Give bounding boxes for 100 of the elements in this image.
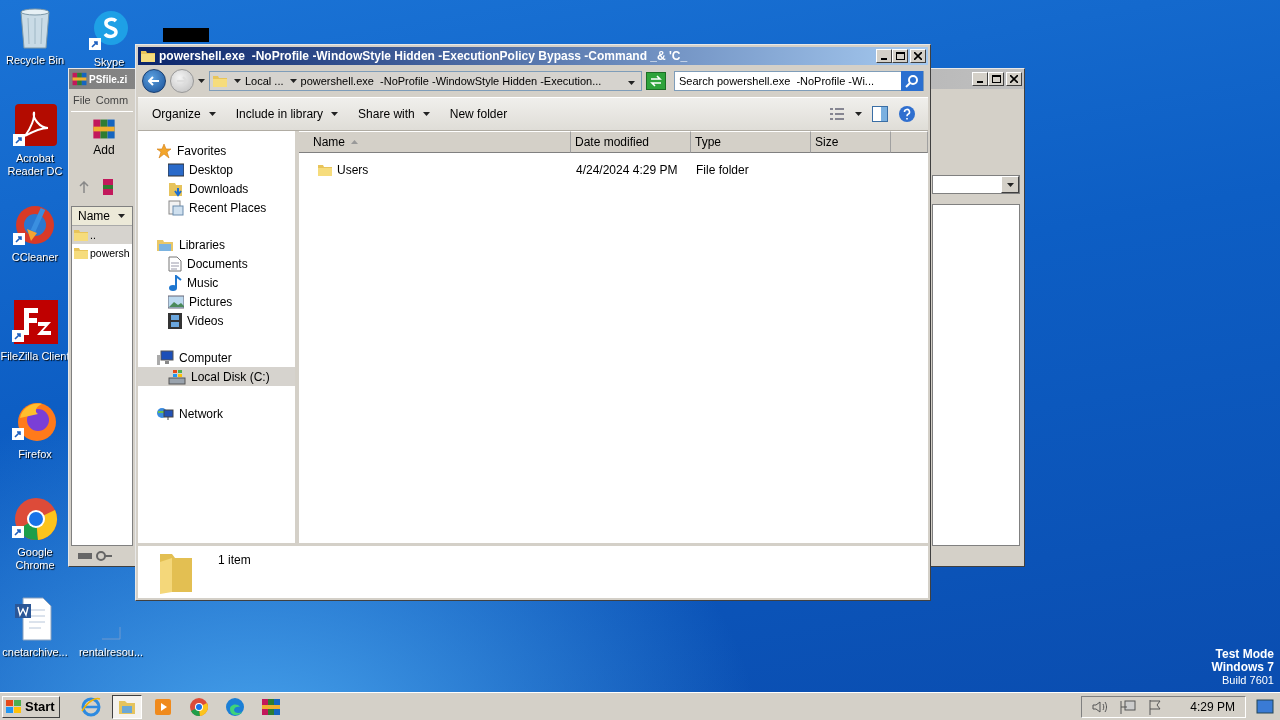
speaker-icon[interactable] <box>1092 699 1109 714</box>
recent-places-icon <box>168 199 184 216</box>
media-player-icon[interactable] <box>152 696 173 717</box>
add-button[interactable]: Add <box>91 116 117 157</box>
caret-icon <box>1006 182 1014 187</box>
address-bar[interactable]: Local ... powershell.exe -NoProfile -WindowStyle Hidden -Execution... <box>209 71 642 91</box>
taskbar-button[interactable] <box>111 694 142 719</box>
search-button[interactable] <box>901 71 923 91</box>
back-button[interactable] <box>142 69 166 93</box>
help-icon[interactable] <box>898 105 916 123</box>
toolbar-button[interactable]: Organize <box>144 103 224 125</box>
window-title: powershell.exe -NoProfile -WindowStyle Hidden -ExecutionPolicy Bypass -Command _& 'C_ <box>159 49 688 63</box>
network-icon <box>156 405 174 422</box>
up-arrow-icon[interactable] <box>79 181 89 193</box>
view-caret-icon <box>855 112 862 116</box>
nav-item[interactable]: Pictures <box>138 292 295 311</box>
nav-item[interactable]: Network <box>138 404 295 423</box>
folder-icon <box>73 227 89 243</box>
back-arrow-icon <box>148 76 160 86</box>
dropdown-field[interactable] <box>932 175 1020 194</box>
desktop-icon-label[interactable]: rentalresou... <box>78 646 144 659</box>
desktop-icon-label[interactable]: Recycle Bin <box>5 54 65 67</box>
test-mode-notice: Test Mode <box>1215 648 1274 661</box>
view-options-icon[interactable] <box>829 107 845 121</box>
desktop-icon-label[interactable]: cnetarchive... <box>2 646 68 659</box>
column-header[interactable] <box>891 131 928 153</box>
desktop-icon-label[interactable]: Acrobat Reader DC <box>0 152 70 178</box>
chrome-icon[interactable] <box>188 696 209 717</box>
minimize-button[interactable] <box>876 49 892 63</box>
test-mode-notice: Build 7601 <box>1222 674 1274 687</box>
nav-item[interactable]: Music <box>138 273 295 292</box>
table-cell-text: 4/24/2024 4:29 PM <box>575 163 679 177</box>
desktop-icon-label[interactable]: Firefox <box>18 448 52 461</box>
downloads-folder-icon <box>168 180 184 197</box>
nav-item[interactable]: Recent Places <box>138 198 295 217</box>
column-header[interactable]: Date modified <box>571 131 691 153</box>
close-icon <box>1010 75 1018 83</box>
maximize-button[interactable] <box>892 49 908 63</box>
caret-icon <box>234 79 241 83</box>
file-row[interactable]: powersh <box>72 244 132 262</box>
clock[interactable]: 4:29 PM <box>1190 699 1235 714</box>
star-icon <box>156 142 172 159</box>
local-disk-icon <box>168 368 186 385</box>
edge-icon[interactable] <box>224 696 245 717</box>
breadcrumb[interactable]: Local ... <box>245 75 284 87</box>
close-button[interactable] <box>1006 72 1022 86</box>
dropdown-caret-icon <box>628 81 635 85</box>
maximize-button[interactable] <box>988 72 1004 86</box>
archive-books-icon[interactable] <box>71 71 88 87</box>
computer-icon <box>156 349 174 366</box>
windows-logo-icon <box>5 698 23 715</box>
pictures-icon <box>168 294 184 309</box>
column-header[interactable]: Name <box>299 131 571 153</box>
folder-icon <box>212 73 228 89</box>
music-note-icon <box>168 274 182 291</box>
column-header[interactable]: Type <box>691 131 811 153</box>
search-icon <box>905 74 919 88</box>
desktop-icon <box>168 162 184 177</box>
column-header[interactable]: Size <box>811 131 891 153</box>
minimize-button[interactable] <box>972 72 988 86</box>
redaction-bar <box>163 28 209 42</box>
skype-icon <box>89 8 129 52</box>
film-strip-icon <box>168 312 182 329</box>
caret-icon <box>331 112 339 116</box>
browser-e-icon[interactable] <box>80 696 101 717</box>
toolbar-button[interactable]: New folder <box>441 103 516 125</box>
nav-item[interactable]: Libraries <box>138 235 295 254</box>
file-row[interactable]: .. <box>72 226 132 244</box>
desktop-icon-label[interactable]: CCleaner <box>11 251 59 264</box>
pdf-reader-icon <box>13 104 57 148</box>
search-field[interactable]: Search powershell.exe -NoProfile -Wi... <box>674 71 924 91</box>
toolbar-button[interactable]: Include in library <box>227 103 347 125</box>
maximize-icon <box>895 52 905 60</box>
blank-file-icon <box>101 626 121 640</box>
start-button[interactable]: Start <box>2 695 60 718</box>
network-status-icon[interactable] <box>1120 698 1137 715</box>
toolbar-button[interactable]: Share with <box>350 103 438 125</box>
breadcrumb[interactable]: powershell.exe -NoProfile -WindowStyle Hidden -Execution... <box>300 75 602 87</box>
nav-item[interactable]: Desktop <box>138 160 295 179</box>
nav-item[interactable]: Downloads <box>138 179 295 198</box>
nav-item[interactable]: Favorites <box>138 141 295 160</box>
nav-item[interactable]: Videos <box>138 311 295 330</box>
nav-item[interactable]: Documents <box>138 254 295 273</box>
drive-key-icon <box>77 550 113 562</box>
preview-pane-icon[interactable] <box>872 106 888 122</box>
nav-item[interactable]: Computer <box>138 348 295 367</box>
maximize-icon <box>991 75 1001 83</box>
flag-icon[interactable] <box>1148 698 1163 715</box>
menu-item[interactable]: Comm <box>95 94 129 106</box>
refresh-button[interactable] <box>646 72 666 90</box>
close-icon <box>914 52 922 60</box>
desktop-icon-label[interactable]: Google Chrome <box>0 546 70 572</box>
close-button[interactable] <box>910 49 926 63</box>
desktop-icon-label[interactable]: FileZilla Client <box>0 350 70 363</box>
file-name[interactable]: Users <box>337 163 369 177</box>
nav-item[interactable]: Local Disk (C:) <box>138 367 295 386</box>
show-desktop-icon[interactable] <box>1256 698 1274 715</box>
menu-item[interactable]: File <box>73 94 91 106</box>
desktop-icon-label[interactable]: Skype <box>93 56 125 69</box>
folder-icon <box>140 48 156 64</box>
